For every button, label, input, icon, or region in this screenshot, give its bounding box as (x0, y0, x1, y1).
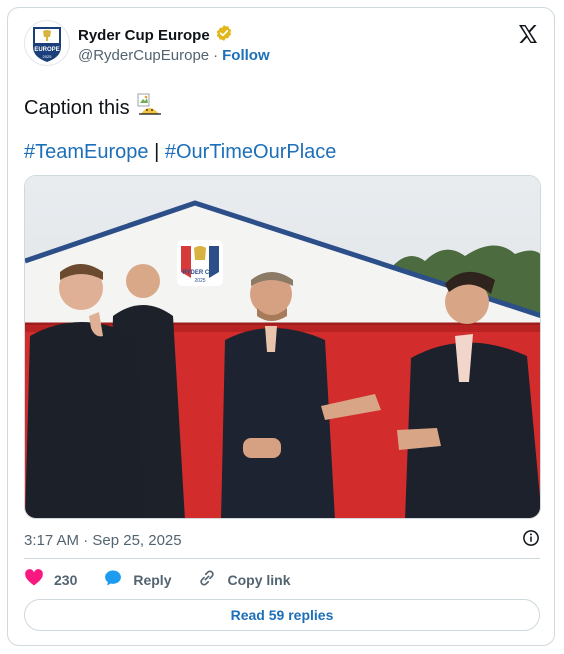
hashtag-separator: | (154, 141, 160, 163)
read-replies-button[interactable]: Read 59 replies (24, 599, 540, 631)
handle-separator: · (213, 47, 219, 64)
banner-text: RYDER CUP (182, 270, 217, 276)
reply-label: Reply (133, 571, 172, 588)
tweet-photo[interactable]: RYDER CUP 2025 (24, 175, 541, 519)
reply-button[interactable]: Reply (103, 568, 171, 591)
emoji-image-icon (136, 92, 162, 124)
x-logo-icon[interactable] (516, 22, 540, 46)
hashtag-our-time-our-place[interactable]: #OurTimeOurPlace (165, 141, 337, 163)
like-count: 230 (54, 571, 78, 588)
copy-link-label: Copy link (227, 571, 291, 588)
ryder-cup-logo: RYDER CUP 2025 (177, 240, 223, 286)
divider (24, 558, 540, 559)
caption-text: Caption this (24, 96, 130, 119)
avatar-text: EUROPE (34, 47, 59, 53)
hashtag-row: #TeamEurope | #OurTimeOurPlace (24, 141, 336, 164)
account-name-row: Ryder Cup Europe (78, 24, 233, 47)
avatar-year: 2025 (43, 54, 53, 59)
link-icon (197, 568, 217, 591)
tweet-caption: Caption this (24, 92, 162, 124)
verified-badge-icon (215, 24, 233, 47)
banner-year: 2025 (194, 278, 205, 284)
copy-link-button[interactable]: Copy link (197, 568, 291, 591)
follow-button[interactable]: Follow (222, 47, 270, 64)
handle-row: @RyderCupEurope · Follow (78, 47, 270, 64)
account-name[interactable]: Ryder Cup Europe (78, 27, 210, 44)
reply-bubble-icon (103, 568, 123, 591)
account-handle[interactable]: @RyderCupEurope (78, 47, 209, 64)
timestamp-row: 3:17 AM · Sep 25, 2025 (24, 529, 540, 551)
like-button[interactable]: 230 (24, 568, 77, 591)
tweet-timestamp[interactable]: 3:17 AM · Sep 25, 2025 (24, 532, 182, 549)
heart-icon (24, 568, 44, 591)
hashtag-team-europe[interactable]: #TeamEurope (24, 141, 149, 163)
action-bar: 230 Reply Copy link (24, 568, 317, 591)
info-icon[interactable] (522, 529, 540, 551)
avatar[interactable]: EUROPE 2025 (24, 20, 70, 66)
tweet-card: EUROPE 2025 Ryder Cup Europe @RyderCupEu… (7, 7, 555, 646)
